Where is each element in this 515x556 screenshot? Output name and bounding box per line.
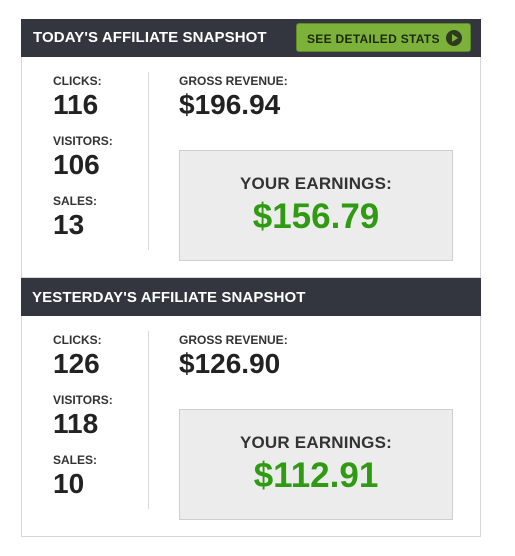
sales-label: SALES: bbox=[53, 453, 98, 467]
yesterday-traffic-stats: CLICKS: 126 VISITORS: 118 SALES: 10 bbox=[53, 333, 143, 513]
earnings-label: YOUR EARNINGS: bbox=[239, 433, 393, 452]
today-snapshot-title: TODAY'S AFFILIATE SNAPSHOT bbox=[33, 29, 267, 46]
yesterday-snapshot-header: YESTERDAY'S AFFILIATE SNAPSHOT bbox=[21, 278, 481, 316]
earnings-label: YOUR EARNINGS: bbox=[239, 174, 393, 193]
yesterday-snapshot-title: YESTERDAY'S AFFILIATE SNAPSHOT bbox=[32, 289, 306, 306]
sales-label: SALES: bbox=[53, 194, 98, 208]
gross-revenue-label: GROSS REVENUE: bbox=[179, 333, 288, 347]
gross-revenue-label: GROSS REVENUE: bbox=[179, 74, 288, 88]
visitors-label: VISITORS: bbox=[53, 393, 113, 407]
earnings-value: $112.91 bbox=[253, 456, 379, 495]
today-snapshot-panel: TODAY'S AFFILIATE SNAPSHOT SEE DETAILED … bbox=[21, 19, 481, 278]
visitors-value: 106 bbox=[53, 149, 100, 180]
column-divider bbox=[148, 331, 149, 509]
earnings-value: $156.79 bbox=[252, 197, 380, 236]
gross-revenue-value: $126.90 bbox=[179, 348, 281, 379]
visitors-value: 118 bbox=[53, 408, 99, 439]
sales-value: 13 bbox=[53, 209, 85, 240]
today-snapshot-header: TODAY'S AFFILIATE SNAPSHOT SEE DETAILED … bbox=[21, 19, 481, 57]
yesterday-clicks-stat: CLICKS: 126 bbox=[53, 333, 143, 393]
yesterday-visitors-stat: VISITORS: 118 bbox=[53, 393, 143, 453]
column-divider bbox=[148, 72, 149, 250]
see-detailed-stats-button[interactable]: SEE DETAILED STATS bbox=[296, 23, 471, 52]
clicks-label: CLICKS: bbox=[53, 74, 102, 88]
play-circle-icon bbox=[446, 30, 462, 46]
gross-revenue-value: $196.94 bbox=[179, 89, 281, 120]
sales-value: 10 bbox=[53, 468, 85, 499]
today-traffic-stats: CLICKS: 116 VISITORS: 106 SALES: 13 bbox=[53, 74, 143, 254]
yesterday-sales-stat: SALES: 10 bbox=[53, 453, 143, 513]
today-sales-stat: SALES: 13 bbox=[53, 194, 143, 254]
today-gross-revenue: GROSS REVENUE: $196.94 bbox=[179, 74, 288, 121]
yesterday-earnings-box: YOUR EARNINGS: $112.91 bbox=[179, 409, 453, 520]
yesterday-snapshot-panel: YESTERDAY'S AFFILIATE SNAPSHOT CLICKS: 1… bbox=[21, 278, 481, 537]
today-earnings-box: YOUR EARNINGS: $156.79 bbox=[179, 150, 453, 261]
visitors-label: VISITORS: bbox=[53, 134, 113, 148]
clicks-value: 116 bbox=[53, 89, 99, 120]
clicks-label: CLICKS: bbox=[53, 333, 102, 347]
today-visitors-stat: VISITORS: 106 bbox=[53, 134, 143, 194]
today-clicks-stat: CLICKS: 116 bbox=[53, 74, 143, 134]
see-detailed-stats-label: SEE DETAILED STATS bbox=[307, 32, 440, 46]
yesterday-gross-revenue: GROSS REVENUE: $126.90 bbox=[179, 333, 288, 380]
clicks-value: 126 bbox=[53, 348, 100, 379]
